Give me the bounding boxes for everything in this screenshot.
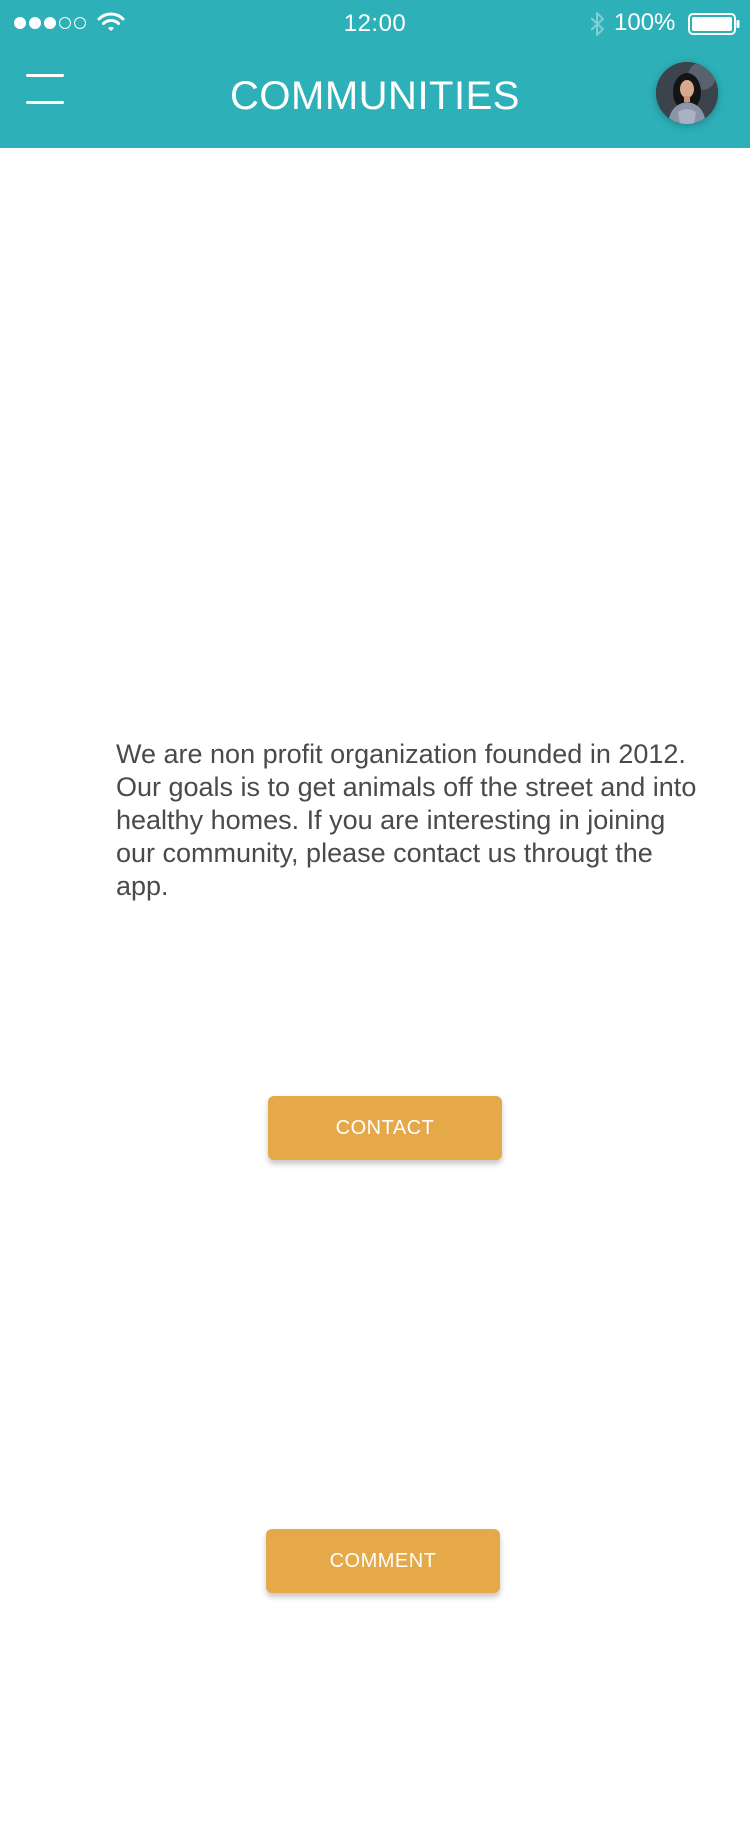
contact-button[interactable]: CONTACT bbox=[268, 1096, 502, 1160]
communities-screen: 12:00 100% COMMUNITIES We are non profit… bbox=[0, 0, 750, 1846]
battery-percent: 100% bbox=[614, 9, 676, 36]
avatar-portrait-icon bbox=[656, 62, 718, 124]
user-avatar[interactable] bbox=[656, 62, 718, 124]
battery-icon bbox=[688, 13, 740, 35]
community-description: We are non profit organization founded i… bbox=[116, 739, 697, 901]
comment-button[interactable]: COMMENT bbox=[266, 1529, 500, 1593]
page-title: COMMUNITIES bbox=[230, 74, 520, 118]
bluetooth-icon bbox=[590, 12, 604, 36]
app-header: 12:00 100% COMMUNITIES bbox=[0, 0, 750, 148]
status-bar: 12:00 100% bbox=[0, 0, 750, 48]
